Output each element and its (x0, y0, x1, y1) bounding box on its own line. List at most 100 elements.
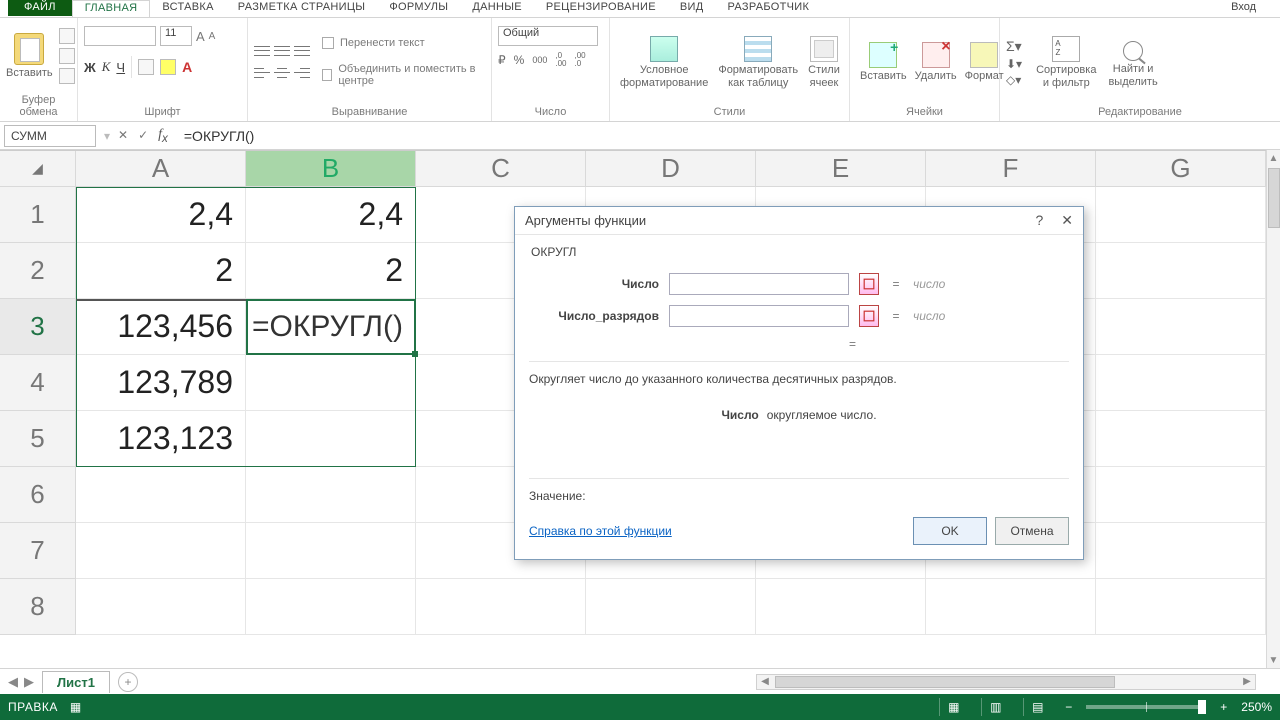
arg2-input[interactable] (669, 305, 849, 327)
align-right-icon[interactable] (294, 66, 310, 80)
scroll-down-icon[interactable]: ▼ (1267, 652, 1280, 668)
sheet-nav-prev-icon[interactable]: ◀ (8, 674, 18, 690)
select-all-corner[interactable]: ◢ (0, 151, 76, 187)
normal-view-icon[interactable]: ▦ (939, 698, 967, 716)
decrease-font-icon[interactable]: A (209, 31, 216, 42)
col-header-E[interactable]: E (756, 151, 926, 187)
cell-A2[interactable]: 2 (76, 243, 246, 299)
formula-input[interactable]: =ОКРУГЛ() (176, 125, 1276, 147)
align-left-icon[interactable] (254, 66, 270, 80)
increase-font-icon[interactable]: A (196, 29, 205, 44)
hscroll-left-icon[interactable]: ◀ (757, 675, 773, 689)
align-bottom-icon[interactable] (294, 44, 310, 58)
ok-button[interactable]: OK (913, 517, 987, 545)
zoom-out-icon[interactable]: − (1065, 700, 1072, 714)
row-header-4[interactable]: 4 (0, 355, 76, 411)
cell-A1[interactable]: 2,4 (76, 187, 246, 243)
row-header-3[interactable]: 3 (0, 299, 76, 355)
tab-developer[interactable]: РАЗРАБОТЧИК (715, 0, 821, 16)
row-header-7[interactable]: 7 (0, 523, 76, 579)
arg1-input[interactable] (669, 273, 849, 295)
arg2-ref-button[interactable] (859, 305, 879, 327)
hscroll-thumb[interactable] (775, 676, 1115, 688)
col-header-D[interactable]: D (586, 151, 756, 187)
cell-A5[interactable]: 123,123 (76, 411, 246, 467)
currency-icon[interactable]: ₽ (498, 53, 506, 67)
format-as-table-button[interactable]: Форматировать как таблицу (714, 34, 802, 90)
tab-file[interactable]: ФАЙЛ (8, 0, 72, 16)
zoom-in-icon[interactable]: + (1220, 700, 1227, 714)
scroll-up-icon[interactable]: ▲ (1267, 150, 1280, 166)
fill-color-button[interactable] (160, 59, 176, 75)
bold-button[interactable]: Ж (84, 60, 96, 75)
cut-icon[interactable] (59, 28, 75, 44)
row-header-5[interactable]: 5 (0, 411, 76, 467)
tab-data[interactable]: ДАННЫЕ (460, 0, 534, 16)
row-header-2[interactable]: 2 (0, 243, 76, 299)
align-middle-icon[interactable] (274, 44, 290, 58)
cell-B1[interactable]: 2,4 (246, 187, 416, 243)
add-sheet-button[interactable]: + (118, 672, 138, 692)
merge-icon[interactable] (322, 69, 332, 81)
vscroll-thumb[interactable] (1268, 168, 1280, 228)
tab-insert[interactable]: ВСТАВКА (150, 0, 225, 16)
insert-function-icon[interactable]: fx (158, 127, 168, 145)
col-header-G[interactable]: G (1096, 151, 1266, 187)
font-color-button[interactable]: A (182, 59, 192, 75)
find-select-button[interactable]: Найти и выделить (1104, 35, 1161, 89)
percent-button[interactable]: % (514, 53, 525, 67)
col-header-B[interactable]: B (246, 151, 416, 187)
col-header-A[interactable]: A (76, 151, 246, 187)
hscroll-right-icon[interactable]: ▶ (1239, 675, 1255, 689)
decrease-decimal-button[interactable]: ,00.0 (574, 52, 585, 68)
clear-icon[interactable]: ◇▾ (1006, 73, 1022, 87)
cancel-formula-icon[interactable]: ✕ (118, 128, 128, 142)
fill-icon[interactable]: ⬇▾ (1006, 57, 1022, 71)
wrap-text-button[interactable]: Перенести текст (340, 37, 425, 49)
conditional-formatting-button[interactable]: Условное форматирование (616, 34, 712, 90)
wrap-text-icon[interactable] (322, 37, 334, 49)
vertical-scrollbar[interactable]: ▲ ▼ (1266, 150, 1280, 668)
merge-center-button[interactable]: Объединить и поместить в центре (338, 63, 485, 87)
font-name-select[interactable] (84, 26, 156, 46)
cancel-button[interactable]: Отмена (995, 517, 1069, 545)
tab-home[interactable]: ГЛАВНАЯ (72, 0, 151, 17)
align-center-icon[interactable] (274, 66, 290, 80)
number-format-select[interactable]: Общий (498, 26, 598, 46)
cell-A4[interactable]: 123,789 (76, 355, 246, 411)
name-box[interactable]: СУММ (4, 125, 96, 147)
underline-button[interactable]: Ч (116, 60, 125, 75)
accept-formula-icon[interactable]: ✓ (138, 128, 148, 142)
sheet-tab-1[interactable]: Лист1 (42, 671, 110, 693)
arg1-ref-button[interactable] (859, 273, 879, 295)
tab-view[interactable]: ВИД (668, 0, 716, 16)
zoom-slider[interactable] (1086, 705, 1206, 709)
horizontal-scrollbar[interactable]: ◀ ▶ (756, 674, 1256, 690)
sheet-nav-next-icon[interactable]: ▶ (24, 674, 34, 690)
page-layout-view-icon[interactable]: ▥ (981, 698, 1009, 716)
cell-B2[interactable]: 2 (246, 243, 416, 299)
help-icon[interactable]: ? (1035, 212, 1043, 229)
row-header-8[interactable]: 8 (0, 579, 76, 635)
copy-icon[interactable] (59, 48, 75, 64)
page-break-view-icon[interactable]: ▤ (1023, 698, 1051, 716)
paste-icon[interactable] (14, 33, 44, 65)
macro-record-icon[interactable]: ▦ (70, 700, 81, 714)
format-painter-icon[interactable] (59, 68, 75, 84)
function-help-link[interactable]: Справка по этой функции (529, 524, 672, 538)
insert-cells-button[interactable]: Вставить (856, 40, 911, 83)
cell-A3[interactable]: 123,456 (76, 299, 246, 355)
paste-button[interactable]: Вставить (6, 67, 53, 79)
col-header-F[interactable]: F (926, 151, 1096, 187)
tab-formulas[interactable]: ФОРМУЛЫ (377, 0, 460, 16)
sign-in-link[interactable]: Вход (1231, 0, 1256, 13)
increase-decimal-button[interactable]: ,0.00 (555, 52, 566, 68)
sort-filter-button[interactable]: Сортировка и фильтр (1032, 34, 1100, 90)
autosum-icon[interactable]: Σ▾ (1006, 38, 1022, 55)
row-header-6[interactable]: 6 (0, 467, 76, 523)
close-icon[interactable]: ✕ (1061, 212, 1073, 229)
align-top-icon[interactable] (254, 44, 270, 58)
zoom-level[interactable]: 250% (1241, 700, 1272, 714)
italic-button[interactable]: К (102, 59, 111, 75)
delete-cells-button[interactable]: Удалить (911, 40, 961, 83)
